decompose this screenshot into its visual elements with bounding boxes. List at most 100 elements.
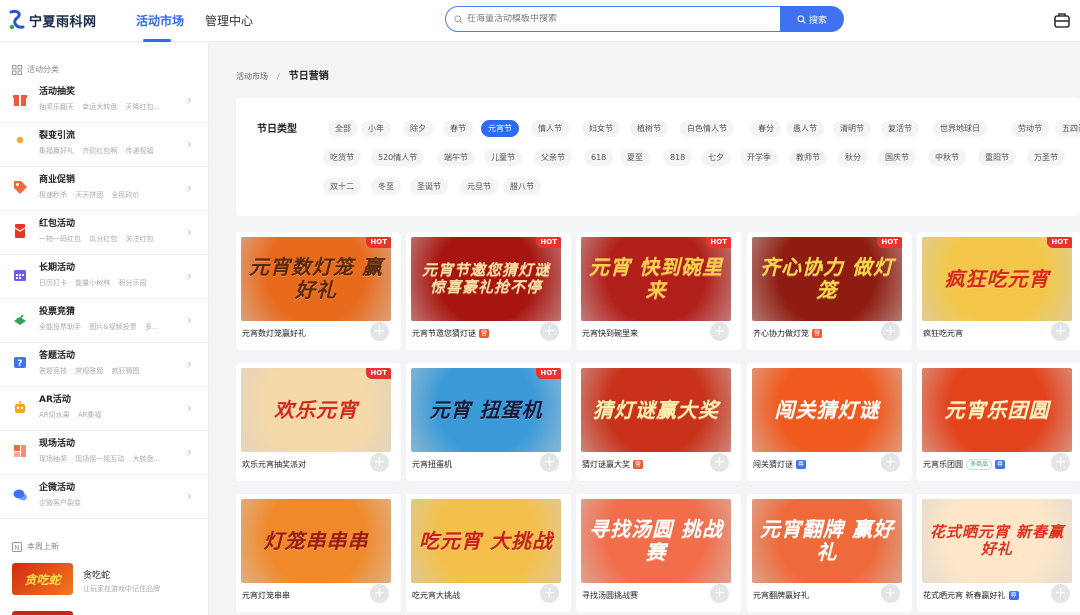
template-thumbnail[interactable]: 欢乐元宵 <box>241 368 391 452</box>
add-template-button[interactable]: + <box>710 453 729 472</box>
new-item-thumbnail[interactable]: 贪吃蛇 <box>12 563 73 595</box>
add-template-button[interactable]: + <box>540 322 559 341</box>
sidebar-item[interactable]: 企微活动 企微客户裂变 › <box>0 475 209 519</box>
add-template-button[interactable]: + <box>1051 322 1070 341</box>
add-template-button[interactable]: + <box>881 322 900 341</box>
filter-chip[interactable]: 冬至 <box>371 178 401 195</box>
filter-chip[interactable]: 618 <box>584 149 614 166</box>
filter-chip[interactable]: 818 <box>663 149 693 166</box>
template-card[interactable]: 闯关猜灯谜 闯关猜灯谜尊 + <box>747 363 912 481</box>
template-card[interactable]: 寻找汤圆 挑战赛 寻找汤圆挑战赛 + <box>576 494 741 612</box>
filter-chip[interactable]: 秋分 <box>838 149 868 166</box>
sidebar-item[interactable]: 商业促销 极速秒杀 天天拼团 全民砍价 › <box>0 167 209 211</box>
tab-management-center[interactable]: 管理中心 <box>205 12 253 29</box>
filter-chip[interactable]: 端午节 <box>437 149 475 166</box>
filter-chip[interactable]: 复活节 <box>881 120 919 137</box>
filter-chip[interactable]: 腊八节 <box>503 178 541 195</box>
filter-chip[interactable]: 双十二 <box>323 178 361 195</box>
filter-chip[interactable]: 重阳节 <box>978 149 1016 166</box>
template-thumbnail[interactable]: 寻找汤圆 挑战赛 <box>581 499 731 583</box>
sidebar-item[interactable]: 投票竞猜 全能投票助手 图片&视频投票 多... › <box>0 299 209 343</box>
sidebar-item[interactable]: 红包活动 一物一码红包 瓜分红包 关注红包 › <box>0 211 209 255</box>
add-template-button[interactable]: + <box>710 322 729 341</box>
template-card[interactable]: 猜灯谜赢大奖 猜灯谜赢大奖营 + <box>576 363 741 481</box>
filter-chip[interactable]: 教师节 <box>789 149 827 166</box>
template-thumbnail[interactable]: 元宵乐团圆 <box>922 368 1072 452</box>
template-card[interactable]: 元宵节邀您猜灯谜 惊喜豪礼抢不停 HOT 元宵节邀您猜灯谜营 + <box>406 232 571 350</box>
filter-chip[interactable]: 清明节 <box>833 120 871 137</box>
breadcrumb-parent[interactable]: 活动市场 <box>236 72 268 81</box>
add-template-button[interactable]: + <box>540 453 559 472</box>
sidebar-item[interactable]: AR活动 AR切水果 AR集福 › <box>0 387 209 431</box>
template-thumbnail[interactable]: 元宵翻牌 赢好礼 <box>752 499 902 583</box>
sidebar-item[interactable]: 长期活动 日历打卡 能量小树林 积分乐园 › <box>0 255 209 299</box>
template-thumbnail[interactable]: 猜灯谜赢大奖 <box>581 368 731 452</box>
add-template-button[interactable]: + <box>370 322 389 341</box>
tab-activity-market[interactable]: 活动市场 <box>136 12 184 29</box>
template-card[interactable]: 元宵 扭蛋机 HOT 元宵扭蛋机 + <box>406 363 571 481</box>
filter-chip[interactable]: 世界地球日 <box>933 120 987 137</box>
filter-chip[interactable]: 夏至 <box>620 149 650 166</box>
filter-chip[interactable]: 520情人节 <box>371 149 425 166</box>
template-thumbnail[interactable]: 齐心协力 做灯笼 <box>752 237 902 321</box>
site-logo[interactable]: 宁夏雨科网 <box>8 8 97 32</box>
filter-chip[interactable]: 春分 <box>751 120 781 137</box>
template-thumbnail[interactable]: 吃元宵 大挑战 <box>411 499 561 583</box>
filter-chip[interactable]: 元宵节 <box>481 120 519 137</box>
template-thumbnail[interactable]: 闯关猜灯谜 <box>752 368 902 452</box>
filter-chip[interactable]: 中秋节 <box>928 149 966 166</box>
template-card[interactable]: 花式晒元宵 新春赢好礼 花式晒元宵 新春赢好礼尊 + <box>917 494 1080 612</box>
sidebar-item[interactable]: 现场活动 现场抽奖 现场摇一摇互动 大转盘... › <box>0 431 209 475</box>
template-card[interactable]: 元宵数灯笼 赢好礼 HOT 元宵数灯笼赢好礼 + <box>236 232 401 350</box>
search-input[interactable] <box>467 14 767 24</box>
template-card[interactable]: 灯笼串串串 元宵灯笼串串 + <box>236 494 401 612</box>
template-thumbnail[interactable]: 花式晒元宵 新春赢好礼 <box>922 499 1072 583</box>
filter-chip[interactable]: 开学季 <box>740 149 778 166</box>
template-thumbnail[interactable]: 疯狂吃元宵 <box>922 237 1072 321</box>
filter-chip[interactable]: 愚人节 <box>786 120 824 137</box>
filter-chip[interactable]: 七夕 <box>701 149 731 166</box>
filter-chip[interactable]: 五四青年节 <box>1055 120 1080 137</box>
filter-chip[interactable]: 国庆节 <box>878 149 916 166</box>
filter-chip[interactable]: 白色情人节 <box>680 120 734 137</box>
filter-chip[interactable]: 圣诞节 <box>410 178 448 195</box>
template-thumbnail[interactable]: 元宵数灯笼 赢好礼 <box>241 237 391 321</box>
add-template-button[interactable]: + <box>370 584 389 603</box>
add-template-button[interactable]: + <box>540 584 559 603</box>
add-template-button[interactable]: + <box>370 453 389 472</box>
filter-chip[interactable]: 小年 <box>361 120 391 137</box>
filter-chip[interactable]: 全部 <box>328 120 358 137</box>
sidebar-item[interactable]: 活动抽奖 抽奖乐翻天 幸运大转盘 天降红包... › <box>0 79 209 123</box>
add-template-button[interactable]: + <box>1051 453 1070 472</box>
filter-chip[interactable]: 元旦节 <box>460 178 498 195</box>
search-button[interactable]: 搜索 <box>780 6 844 32</box>
template-thumbnail[interactable]: 元宵 快到碗里来 <box>581 237 731 321</box>
template-thumbnail[interactable]: 灯笼串串串 <box>241 499 391 583</box>
template-card[interactable]: 元宵 快到碗里来 HOT 元宵快到碗里来 + <box>576 232 741 350</box>
filter-chip[interactable]: 植树节 <box>630 120 668 137</box>
sidebar-item[interactable]: 裂变引流 集福赢好礼 齐砍红包啊 传递祝福 › <box>0 123 209 167</box>
template-card[interactable]: 欢乐元宵 HOT 欢乐元宵抽奖派对 + <box>236 363 401 481</box>
template-thumbnail[interactable]: 元宵节邀您猜灯谜 惊喜豪礼抢不停 <box>411 237 561 321</box>
new-item-title[interactable]: 贪吃蛇 <box>83 568 110 581</box>
filter-chip[interactable]: 吃货节 <box>323 149 361 166</box>
add-template-button[interactable]: + <box>1051 584 1070 603</box>
filter-chip[interactable]: 情人节 <box>531 120 569 137</box>
filter-chip[interactable]: 万圣节 <box>1027 149 1065 166</box>
template-card[interactable]: 吃元宵 大挑战 吃元宵大挑战 + <box>406 494 571 612</box>
filter-chip[interactable]: 春节 <box>443 120 473 137</box>
sidebar-item[interactable]: ? 答题活动 答题竞技 常规答题 疯狂猜图 › <box>0 343 209 387</box>
add-template-button[interactable]: + <box>710 584 729 603</box>
template-card[interactable]: 元宵乐团圆 元宵乐团圆 多商品尊 + <box>917 363 1080 481</box>
template-thumbnail[interactable]: 元宵 扭蛋机 <box>411 368 561 452</box>
template-card[interactable]: 元宵翻牌 赢好礼 元宵翻牌赢好礼 + <box>747 494 912 612</box>
toolbox-icon[interactable] <box>1053 11 1071 29</box>
filter-chip[interactable]: 除夕 <box>403 120 433 137</box>
filter-chip[interactable]: 儿童节 <box>484 149 522 166</box>
template-card[interactable]: 齐心协力 做灯笼 HOT 齐心协力做灯笼营 + <box>747 232 912 350</box>
filter-chip[interactable]: 劳动节 <box>1011 120 1049 137</box>
filter-chip[interactable]: 父亲节 <box>534 149 572 166</box>
add-template-button[interactable]: + <box>881 584 900 603</box>
template-card[interactable]: 疯狂吃元宵 HOT 疯狂吃元宵 + <box>917 232 1080 350</box>
filter-chip[interactable]: 妇女节 <box>582 120 620 137</box>
